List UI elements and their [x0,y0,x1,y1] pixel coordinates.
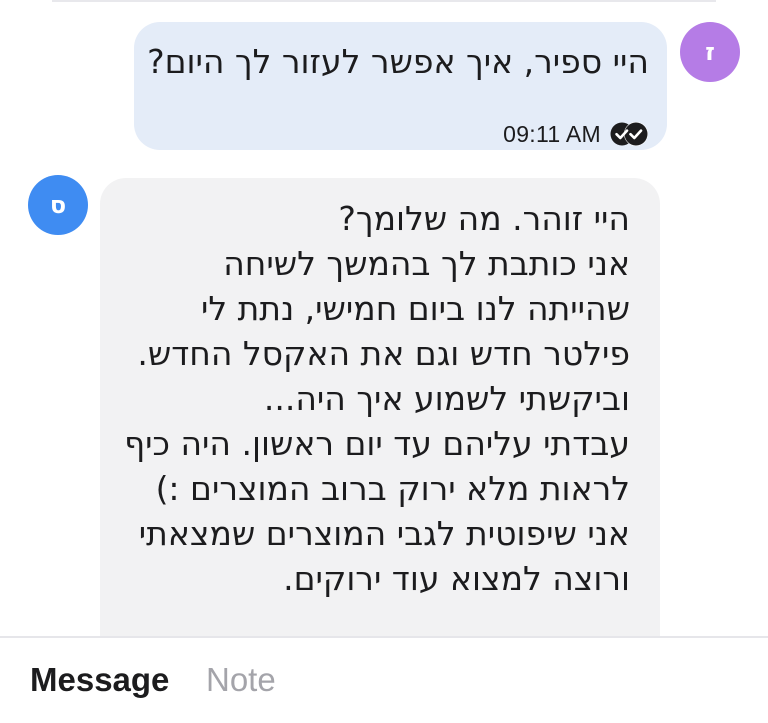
message-line: לראות מלא ירוק ברוב המוצרים :) [155,469,630,508]
message-line: אני כותבת לך בהמשך לשיחה [223,244,630,283]
tab-note[interactable]: Note [206,660,276,700]
tab-message[interactable]: Message [30,660,169,700]
message-time: 09:11 AM [503,120,601,147]
composer-tab-bar: Message Note [0,636,768,723]
message-text: היי ספיר, איך אפשר לעזור לך היום? [147,42,649,81]
avatar-letter: ז [705,38,715,66]
message-line: אני שיפוטית לגבי המוצרים שמצאתי [138,514,630,553]
message-text: היי זוהר. מה שלומך? אני כותבת לך בהמשך ל… [124,196,630,601]
message-line: עבדתי עליהם עד יום ראשון. היה כיף [124,424,630,463]
message-line: פילטר חדש וגם את האקסל החדש. [137,334,630,373]
avatar[interactable]: ס [28,175,88,235]
message-line: היי זוהר. מה שלומך? [338,199,630,238]
message-meta: 09:11 AM [503,118,649,150]
read-receipt-double-check-icon [610,122,648,146]
avatar-letter: ס [49,191,67,219]
incoming-message-bubble[interactable]: היי זוהר. מה שלומך? אני כותבת לך בהמשך ל… [100,178,660,648]
message-line: ורוצה למצוא עוד ירוקים. [283,559,630,598]
outgoing-message-bubble[interactable]: היי ספיר, איך אפשר לעזור לך היום? 09:11 … [134,22,667,150]
message-line: וביקשתי לשמוע איך היה... [263,379,630,418]
avatar[interactable]: ז [680,22,740,82]
message-line: שהייתה לנו ביום חמישי, נתת לי [200,289,630,328]
top-divider [52,0,716,2]
